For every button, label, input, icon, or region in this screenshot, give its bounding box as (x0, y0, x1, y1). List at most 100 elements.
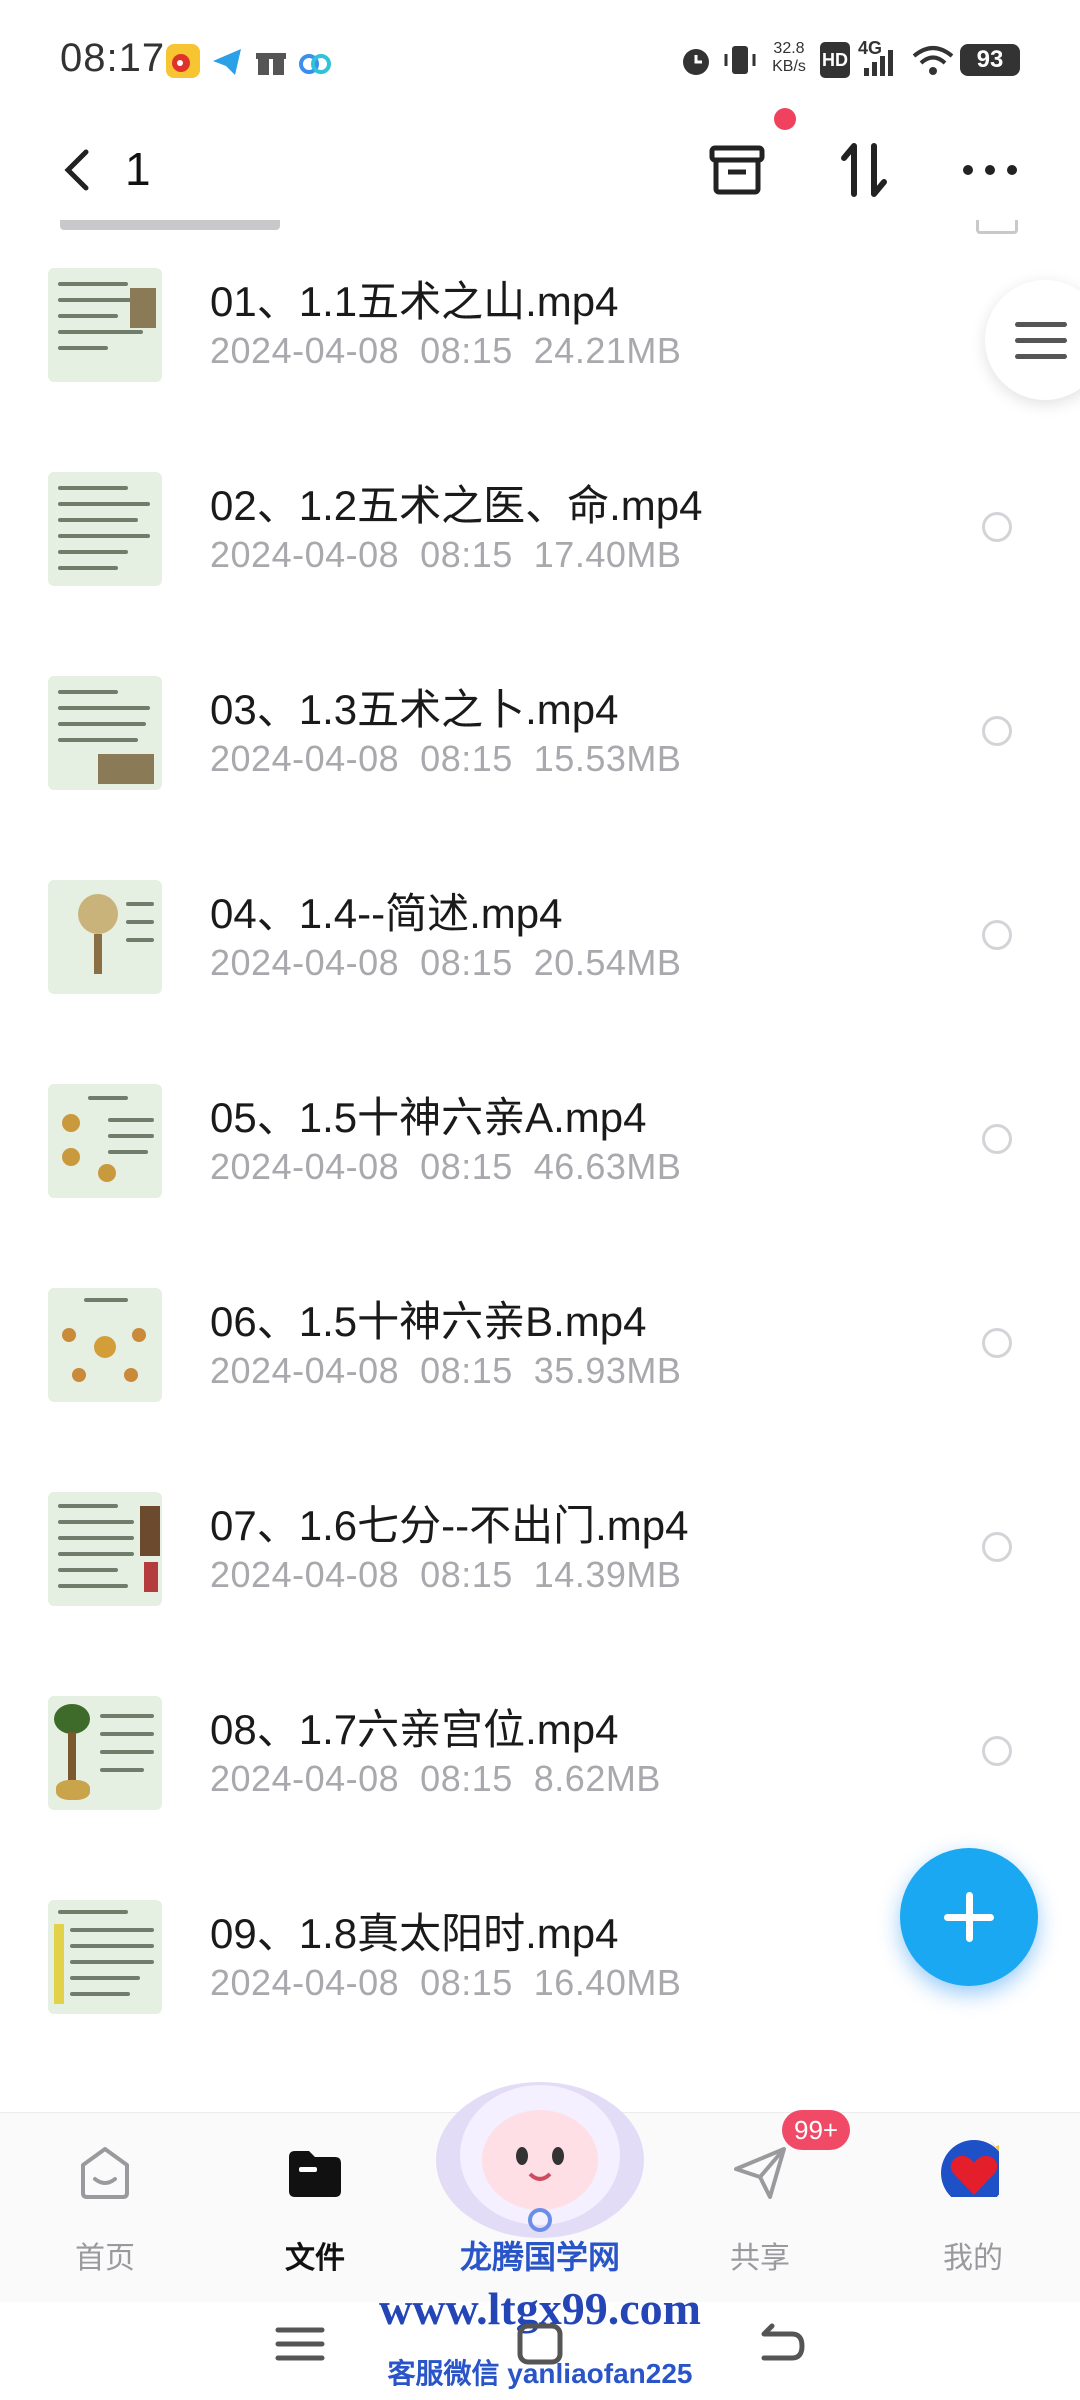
file-size: 16.40MB (533, 1962, 682, 2003)
cell-signal-icon: 4G (858, 38, 902, 78)
archive-button[interactable] (706, 138, 770, 202)
file-meta: 2024-04-08 08:15 16.40MB (210, 1962, 681, 2004)
file-name: 01、1.1五术之山.mp4 (210, 278, 619, 325)
file-row[interactable]: 04、1.4--简述.mp4 2024-04-08 08:15 20.54MB (0, 880, 1080, 1084)
file-time: 08:15 (420, 1554, 513, 1595)
video-thumbnail (48, 1696, 162, 1810)
net-speed: 32.8 KB/s (765, 40, 813, 76)
file-size: 24.21MB (533, 330, 682, 371)
file-row[interactable]: 07、1.6七分--不出门.mp4 2024-04-08 08:15 14.39… (0, 1492, 1080, 1696)
folder-title: 1 (125, 143, 151, 195)
back-button[interactable] (50, 140, 110, 200)
file-meta: 2024-04-08 08:15 24.21MB (210, 330, 681, 372)
gift-icon (254, 44, 288, 78)
file-row[interactable]: 05、1.5十神六亲A.mp4 2024-04-08 08:15 46.63MB (0, 1084, 1080, 1288)
more-button[interactable] (958, 138, 1022, 202)
file-date: 2024-04-08 (210, 1758, 400, 1799)
video-thumbnail (48, 472, 162, 586)
select-radio[interactable] (982, 512, 1012, 542)
file-name: 02、1.2五术之医、命.mp4 (210, 482, 703, 529)
chevron-left-icon (64, 149, 89, 191)
file-date: 2024-04-08 (210, 738, 400, 779)
file-time: 08:15 (420, 1146, 513, 1187)
file-meta: 2024-04-08 08:15 20.54MB (210, 942, 681, 984)
scrolled-row-remnant (0, 220, 1080, 244)
select-radio[interactable] (982, 920, 1012, 950)
file-time: 08:15 (420, 942, 513, 983)
battery-indicator: 93 (960, 44, 1020, 76)
file-meta: 2024-04-08 08:15 17.40MB (210, 534, 681, 576)
watermark-site-name: 龙腾国学网 (459, 2239, 620, 2275)
file-size: 14.39MB (533, 1554, 682, 1595)
file-row[interactable]: 03、1.3五术之卜.mp4 2024-04-08 08:15 15.53MB (0, 676, 1080, 880)
file-size: 15.53MB (533, 738, 682, 779)
file-row[interactable]: 02、1.2五术之医、命.mp4 2024-04-08 08:15 17.40M… (0, 472, 1080, 676)
file-name: 06、1.5十神六亲B.mp4 (210, 1298, 647, 1345)
status-bar: 08:17 32.8 KB/s HD 4G 93 (0, 0, 1080, 120)
net-speed-value: 32.8 (773, 40, 805, 57)
hd-label: HD (822, 50, 848, 70)
watermark-contact: 客服微信 yanliaofan225 (387, 2358, 693, 2389)
folder-icon (289, 2151, 341, 2197)
video-thumbnail (48, 268, 162, 382)
add-button[interactable] (900, 1848, 1038, 1986)
file-size: 46.63MB (533, 1146, 682, 1187)
net-speed-unit: KB/s (772, 58, 806, 75)
share-icon (734, 2147, 786, 2199)
vibrate-icon (722, 42, 758, 78)
notification-dot (774, 108, 796, 130)
file-row[interactable]: 06、1.5十神六亲B.mp4 2024-04-08 08:15 35.93MB (0, 1288, 1080, 1492)
file-size: 35.93MB (533, 1350, 682, 1391)
file-name: 08、1.7六亲宫位.mp4 (210, 1706, 619, 1753)
header-bar: 1 (0, 108, 1080, 220)
file-date: 2024-04-08 (210, 1962, 400, 2003)
file-date: 2024-04-08 (210, 330, 400, 371)
file-size: 17.40MB (533, 534, 682, 575)
wifi-icon (912, 42, 954, 78)
archive-icon (709, 145, 765, 195)
cloud-app-icon (298, 44, 332, 78)
file-name: 04、1.4--简述.mp4 (210, 890, 563, 937)
sort-button[interactable] (834, 138, 898, 202)
file-date: 2024-04-08 (210, 1350, 400, 1391)
file-date: 2024-04-08 (210, 534, 400, 575)
sort-icon (841, 143, 887, 197)
weibo-icon (166, 44, 200, 78)
file-size: 8.62MB (533, 1758, 661, 1799)
file-time: 08:15 (420, 330, 513, 371)
file-time: 08:15 (420, 534, 513, 575)
telegram-icon (210, 44, 244, 78)
share-badge: 99+ (782, 2110, 851, 2150)
select-radio[interactable] (982, 1736, 1012, 1766)
select-radio[interactable] (982, 1532, 1012, 1562)
file-name: 09、1.8真太阳时.mp4 (210, 1910, 619, 1957)
file-date: 2024-04-08 (210, 942, 400, 983)
select-radio[interactable] (982, 716, 1012, 746)
mascot-avatar[interactable] (430, 2060, 650, 2240)
file-name: 07、1.6七分--不出门.mp4 (210, 1502, 689, 1549)
file-time: 08:15 (420, 738, 513, 779)
video-thumbnail (48, 1900, 162, 2014)
file-size: 20.54MB (533, 942, 682, 983)
file-name: 05、1.5十神六亲A.mp4 (210, 1094, 647, 1141)
file-time: 08:15 (420, 1962, 513, 2003)
file-meta: 2024-04-08 08:15 8.62MB (210, 1758, 661, 1800)
select-radio[interactable] (982, 1124, 1012, 1154)
video-thumbnail (48, 1492, 162, 1606)
profile-icon (941, 2139, 999, 2197)
video-thumbnail (48, 676, 162, 790)
video-thumbnail (48, 1288, 162, 1402)
home-icon (81, 2147, 129, 2199)
file-meta: 2024-04-08 08:15 35.93MB (210, 1350, 681, 1392)
file-name: 03、1.3五术之卜.mp4 (210, 686, 619, 733)
file-date: 2024-04-08 (210, 1146, 400, 1187)
file-time: 08:15 (420, 1350, 513, 1391)
select-radio[interactable] (982, 1328, 1012, 1358)
file-date: 2024-04-08 (210, 1554, 400, 1595)
file-time: 08:15 (420, 1758, 513, 1799)
file-row[interactable]: 01、1.1五术之山.mp4 2024-04-08 08:15 24.21MB (0, 268, 1080, 472)
status-time: 08:17 (60, 36, 166, 80)
more-dots-icon (963, 165, 1017, 175)
video-thumbnail (48, 880, 162, 994)
alarm-icon (678, 42, 714, 78)
